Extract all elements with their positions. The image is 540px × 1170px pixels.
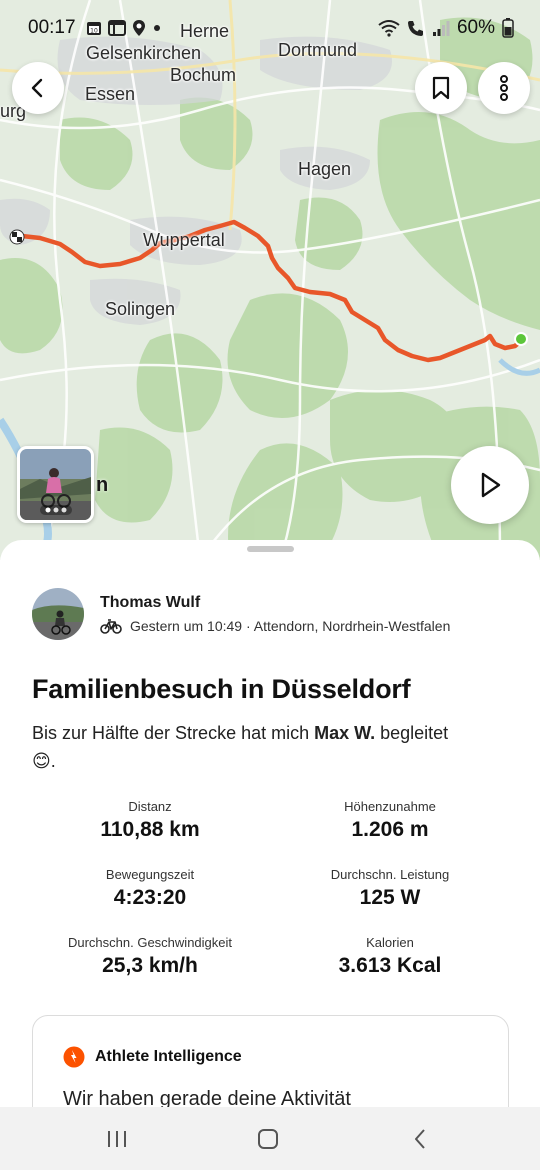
- stat-value: 125 W: [359, 886, 421, 909]
- mentioned-athlete[interactable]: Max W.: [314, 723, 375, 743]
- avatar-image: [32, 588, 84, 640]
- activity-meta: Gestern um 10:49 · Attendorn, Nordrhein-…: [100, 618, 450, 634]
- stat-elevation-gain: Höhenzunahme 1.206 m: [255, 799, 525, 842]
- dot-icon: [154, 25, 160, 31]
- finish-marker: [9, 229, 25, 245]
- photo-image: [20, 449, 91, 520]
- system-navigation-bar: [0, 1107, 540, 1170]
- back-nav-icon: [415, 1129, 425, 1149]
- more-button[interactable]: [478, 62, 530, 114]
- activity-sheet: Thomas Wulf Gestern um 10:49 · Attendorn…: [0, 540, 540, 1155]
- place-label-essen: Essen: [85, 84, 136, 104]
- back-nav-button[interactable]: [405, 1125, 435, 1153]
- gallery-icon: [108, 20, 126, 36]
- place-label-solingen: Solingen: [105, 299, 176, 319]
- sheet-drag-handle[interactable]: [247, 546, 294, 552]
- activity-meta-text: Gestern um 10:49 · Attendorn, Nordrhein-…: [130, 618, 451, 634]
- battery-percent: 60%: [456, 17, 495, 38]
- stat-distance: Distanz 110,88 km: [15, 799, 285, 842]
- stat-label: Kalorien: [366, 935, 414, 950]
- start-marker: [514, 332, 528, 346]
- ai-card-header: Athlete Intelligence: [63, 1046, 242, 1068]
- wifi-icon: [378, 20, 400, 37]
- signal-icon: [432, 21, 450, 36]
- status-icons-right: 60%: [378, 17, 514, 39]
- call-icon: [407, 21, 423, 36]
- home-icon: [258, 1129, 278, 1149]
- stat-label: Bewegungszeit: [105, 867, 195, 882]
- stat-value: 1.206 m: [351, 818, 429, 841]
- back-icon: [31, 78, 43, 98]
- activity-photo-thumbnail[interactable]: [17, 446, 94, 523]
- bookmark-icon: [432, 76, 450, 100]
- stat-average-power: Durchschn. Leistung 125 W: [255, 867, 525, 910]
- activity-description: Bis zur Hälfte der Strecke hat mich Max …: [32, 719, 502, 775]
- ai-card-title: Athlete Intelligence: [95, 1048, 242, 1065]
- athlete-name[interactable]: Thomas Wulf: [100, 594, 200, 612]
- description-text-end: begleitet: [375, 723, 449, 743]
- stat-value: 4:23:20: [113, 886, 187, 909]
- bookmark-button[interactable]: [415, 62, 467, 114]
- stat-moving-time: Bewegungszeit 4:23:20: [15, 867, 285, 910]
- place-label-hagen: Hagen: [298, 159, 352, 179]
- athlete-avatar[interactable]: [32, 588, 84, 640]
- bike-icon: [100, 619, 122, 634]
- more-vertical-icon: [500, 75, 508, 101]
- stat-label: Durchschn. Leistung: [330, 867, 450, 882]
- description-text-start: Bis zur Hälfte der Strecke hat mich: [32, 723, 315, 743]
- status-time: 00:17: [28, 17, 76, 38]
- recents-icon: [108, 1131, 126, 1147]
- calendar-icon: 10: [87, 22, 101, 35]
- activity-title: Familienbesuch in Düsseldorf: [32, 674, 411, 704]
- back-button[interactable]: [12, 62, 64, 114]
- home-button[interactable]: [253, 1125, 283, 1153]
- route-map[interactable]: Herne Gelsenkirchen Dortmund Bochum Esse…: [0, 0, 540, 560]
- play-flyover-button[interactable]: [451, 446, 529, 524]
- stat-label: Höhenzunahme: [344, 799, 436, 814]
- status-bar: 00:17 10 60%: [0, 0, 540, 56]
- stat-label: Distanz: [128, 799, 172, 814]
- play-icon: [481, 472, 501, 498]
- recents-button[interactable]: [102, 1125, 132, 1153]
- smile-emoji: 😊: [32, 751, 51, 771]
- athlete-intelligence-icon: [63, 1046, 85, 1068]
- stat-label: Durchschn. Geschwindigkeit: [67, 935, 233, 950]
- description-period: .: [50, 751, 56, 771]
- stat-value: 110,88 km: [100, 818, 200, 841]
- battery-icon: [502, 18, 514, 38]
- stat-average-speed: Durchschn. Geschwindigkeit 25,3 km/h: [15, 935, 285, 978]
- stat-calories: Kalorien 3.613 Kcal: [255, 935, 525, 978]
- svg-text:10: 10: [90, 28, 98, 35]
- status-icons-left: 10: [86, 19, 162, 37]
- place-label-bochum: Bochum: [170, 65, 237, 85]
- photo-caption-fragment: n: [96, 474, 109, 496]
- location-icon: [133, 20, 145, 36]
- stat-value: 3.613 Kcal: [338, 954, 442, 977]
- stat-value: 25,3 km/h: [102, 954, 198, 977]
- place-label-wuppertal: Wuppertal: [143, 230, 225, 250]
